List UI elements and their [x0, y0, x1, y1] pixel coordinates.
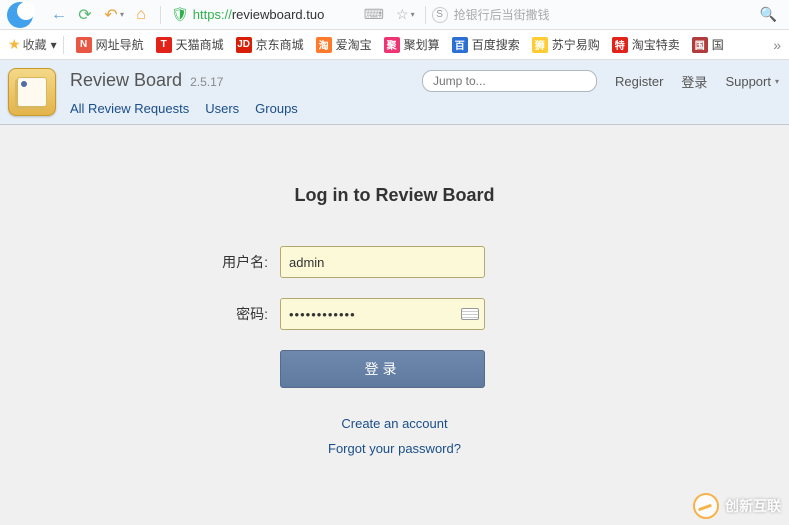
bookmark-favicon-icon: 特: [612, 37, 628, 53]
undo-dropdown-icon[interactable]: ▾: [120, 10, 124, 19]
password-input[interactable]: [280, 298, 485, 330]
create-account-link[interactable]: Create an account: [0, 416, 789, 431]
bookmark-label: 京东商城: [256, 36, 304, 53]
app-title: Review Board: [70, 70, 182, 91]
bookmarks-label[interactable]: 收藏: [23, 36, 47, 53]
support-menu[interactable]: Support ▾: [725, 74, 779, 89]
browser-logo-icon: [6, 0, 46, 30]
bookmark-label: 百度搜索: [472, 36, 520, 53]
bookmark-item-5[interactable]: 百百度搜索: [452, 36, 520, 53]
bookmarks-bar: ★ 收藏 ▾ N网址导航 T天猫商城 JD京东商城淘爱淘宝聚聚划算百百度搜索狮苏宁易…: [0, 30, 789, 60]
bookmark-item-6[interactable]: 狮苏宁易购: [532, 36, 600, 53]
jump-to-input[interactable]: [422, 70, 597, 92]
favorite-star-icon[interactable]: ☆: [396, 6, 409, 23]
reload-button[interactable]: ⟳: [72, 2, 98, 28]
url-host: reviewboard.tuo: [232, 7, 325, 22]
nav-groups[interactable]: Groups: [255, 101, 298, 116]
bookmark-label: 爱淘宝: [336, 36, 372, 53]
login-heading: Log in to Review Board: [0, 185, 789, 206]
bookmark-item-0[interactable]: N网址导航: [76, 36, 144, 53]
search-box-placeholder[interactable]: 抢银行后当街撒钱: [448, 6, 760, 23]
bookmark-favicon-icon: 百: [452, 37, 468, 53]
virtual-keyboard-icon[interactable]: [461, 308, 479, 320]
watermark-icon: [693, 493, 719, 519]
bookmark-item-7[interactable]: 特淘宝特卖: [612, 36, 680, 53]
bookmark-favicon-icon: 国: [692, 37, 708, 53]
password-label: 密码:: [0, 304, 280, 324]
bookmark-item-2[interactable]: JD京东商城: [236, 36, 304, 53]
forgot-password-link[interactable]: Forgot your password?: [0, 441, 789, 456]
nav-users[interactable]: Users: [205, 101, 239, 116]
search-icon[interactable]: 🔍: [760, 6, 777, 23]
support-label: Support: [725, 74, 771, 89]
bookmark-favicon-icon: 淘: [316, 37, 332, 53]
app-header: Review Board 2.5.17 All Review Requests …: [0, 60, 789, 125]
watermark-text: 创新互联: [725, 496, 781, 516]
watermark: 创新互联: [693, 493, 781, 519]
reviewboard-logo-icon: [8, 68, 56, 116]
bookmark-favicon-icon: JD: [236, 37, 252, 53]
home-button[interactable]: ⌂: [128, 2, 154, 28]
browser-toolbar: ← ⟳ ↶ ▾ ⌂ 🛡 https://reviewboard.tuo ⌨ ☆ …: [0, 0, 789, 30]
bookmarks-dropdown-icon[interactable]: ▾: [51, 38, 57, 52]
chevron-down-icon: ▾: [775, 77, 779, 86]
favorite-dropdown-icon[interactable]: ▾: [411, 10, 415, 19]
bookmark-label: 国: [712, 36, 724, 53]
separator: [160, 6, 161, 24]
bookmark-item-3[interactable]: 淘爱淘宝: [316, 36, 372, 53]
bookmark-label: 网址导航: [96, 36, 144, 53]
separator: [425, 6, 426, 24]
bookmarks-star-icon[interactable]: ★: [8, 36, 21, 53]
bookmark-label: 淘宝特卖: [632, 36, 680, 53]
bookmark-label: 苏宁易购: [552, 36, 600, 53]
url-protocol: https://: [193, 7, 232, 22]
bookmark-item-8[interactable]: 国国: [692, 36, 724, 53]
bookmark-favicon-icon: N: [76, 37, 92, 53]
login-page: Log in to Review Board 用户名: 密码: 登录 Creat…: [0, 125, 789, 456]
login-link[interactable]: 登录: [681, 72, 707, 91]
login-submit-button[interactable]: 登录: [280, 350, 485, 388]
register-link[interactable]: Register: [615, 74, 663, 89]
back-button[interactable]: ←: [46, 2, 72, 28]
bookmark-label: 天猫商城: [176, 36, 224, 53]
app-version: 2.5.17: [190, 75, 223, 89]
bookmark-item-4[interactable]: 聚聚划算: [384, 36, 440, 53]
bookmark-favicon-icon: 狮: [532, 37, 548, 53]
separator: [63, 36, 64, 54]
keyboard-icon[interactable]: ⌨: [364, 6, 384, 23]
bookmark-favicon-icon: T: [156, 37, 172, 53]
username-label: 用户名:: [0, 252, 280, 272]
address-bar[interactable]: https://reviewboard.tuo: [193, 7, 358, 22]
shield-icon: 🛡: [171, 6, 189, 23]
bookmark-favicon-icon: 聚: [384, 37, 400, 53]
search-engine-icon[interactable]: S: [432, 7, 448, 23]
username-input[interactable]: [280, 246, 485, 278]
bookmarks-overflow-icon[interactable]: »: [773, 37, 781, 53]
nav-all-review-requests[interactable]: All Review Requests: [70, 101, 189, 116]
bookmark-item-1[interactable]: T天猫商城: [156, 36, 224, 53]
bookmark-label: 聚划算: [404, 36, 440, 53]
